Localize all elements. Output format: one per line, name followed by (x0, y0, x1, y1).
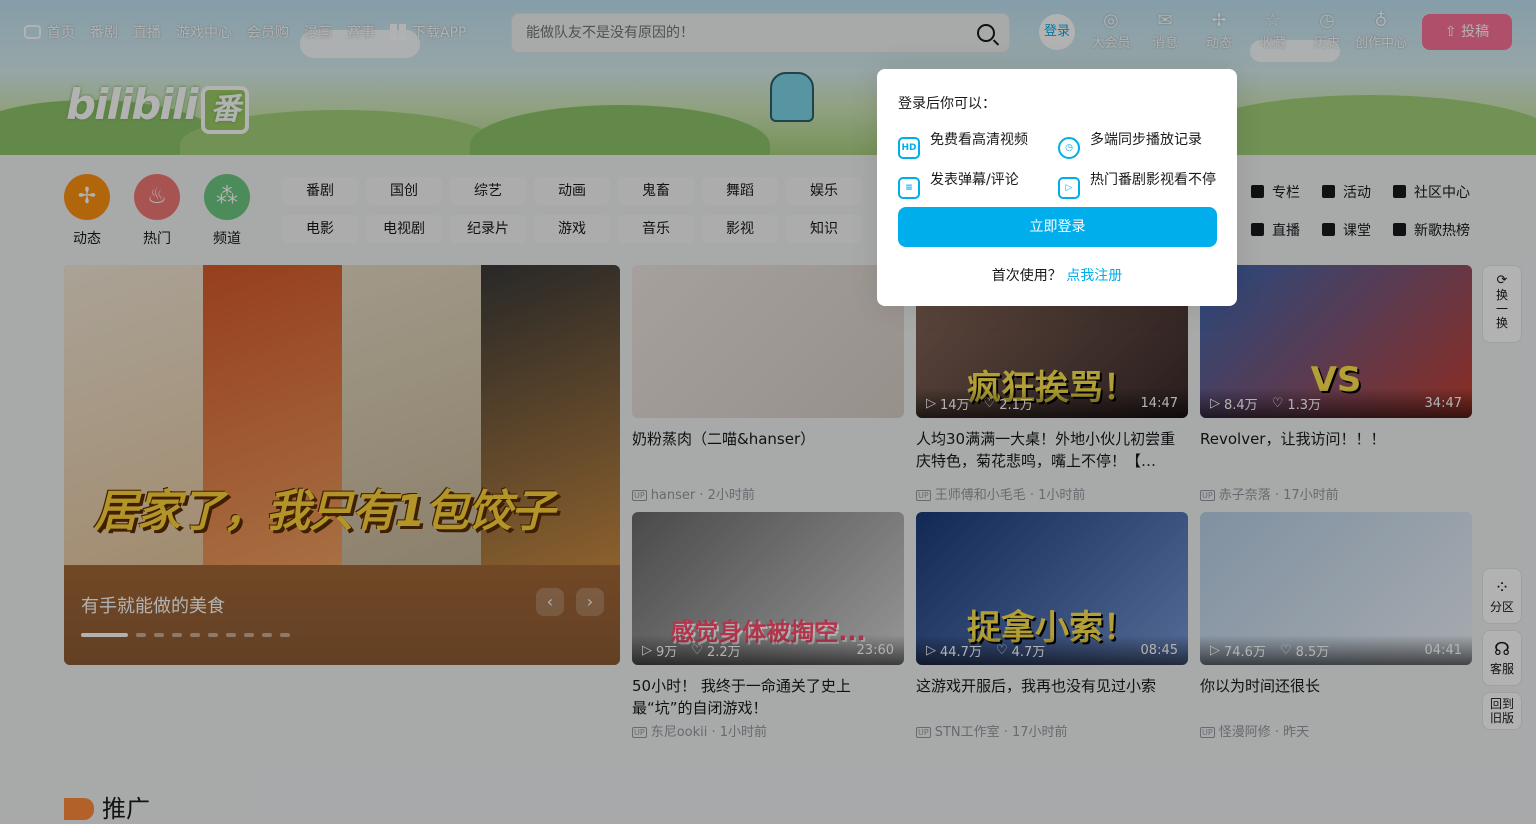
login-now-button[interactable]: 立即登录 (898, 207, 1217, 247)
benefit-hd-video: HD 免费看高清视频 (898, 129, 1028, 159)
popup-header: 登录后你可以： (898, 96, 996, 112)
register-prompt: 首次使用？ 点我注册 (991, 268, 1123, 284)
benefit-bangumi: ▷ 热门番剧影视看不停 (1058, 169, 1216, 199)
modal-backdrop[interactable] (0, 0, 1536, 824)
login-popup: 登录后你可以： HD 免费看高清视频 ◷ 多端同步播放记录 ≡ 发表弹幕/评论 ▷ 热门… (877, 69, 1237, 306)
benefit-sync-history: ◷ 多端同步播放记录 (1058, 129, 1202, 159)
benefit-danmaku: ≡ 发表弹幕/评论 (898, 169, 1019, 199)
clock-icon: ◷ (1058, 137, 1080, 159)
register-link[interactable]: 点我注册 (1066, 268, 1122, 284)
danmaku-icon: ≡ (898, 177, 920, 199)
hd-icon: HD (898, 137, 920, 159)
play-icon: ▷ (1058, 177, 1080, 199)
